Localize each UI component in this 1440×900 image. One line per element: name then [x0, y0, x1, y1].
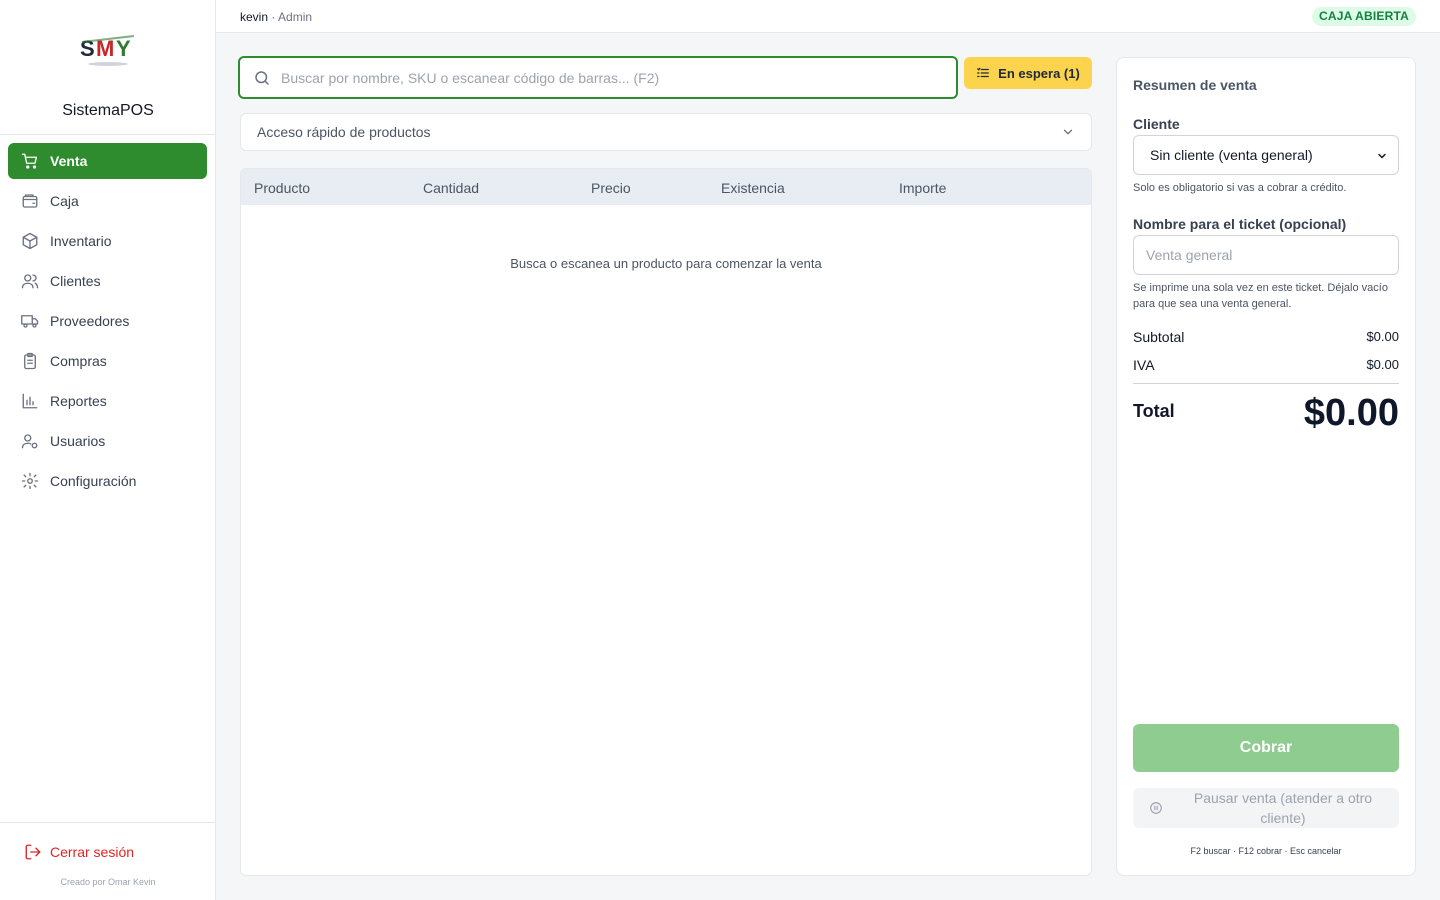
client-label: Cliente — [1133, 116, 1180, 132]
charge-button[interactable]: Cobrar — [1133, 724, 1399, 772]
credit-text: Creado por Omar Kevin — [60, 877, 156, 887]
empty-state-message: Busca o escanea un producto para comenza… — [510, 256, 822, 271]
sidebar-item-label: Configuración — [50, 473, 137, 489]
column-header-producto: Producto — [254, 180, 311, 196]
svg-text:Y: Y — [116, 36, 131, 61]
on-hold-button[interactable]: En espera (1) — [964, 57, 1092, 89]
wallet-icon — [21, 192, 39, 210]
list-icon — [976, 66, 990, 80]
svg-text:S: S — [80, 36, 95, 61]
ticket-name-hint: Se imprime una sola vez en este ticket. … — [1133, 282, 1388, 310]
client-select-value: Sin cliente (venta general) — [1150, 147, 1313, 163]
brand-logo-icon: S M Y — [80, 35, 135, 66]
pause-icon — [1149, 801, 1163, 815]
column-header-importe: Importe — [899, 180, 947, 196]
client-hint: Solo es obligatorio si vas a cobrar a cr… — [1133, 182, 1347, 194]
topbar: kevin · Admin CAJA ABIERTA — [216, 0, 1440, 33]
table-header: Producto Cantidad Precio Existencia Impo… — [241, 169, 1091, 205]
sidebar: S M Y SistemaPOS Venta Caja Inventario C… — [0, 0, 216, 900]
sidebar-item-label: Inventario — [50, 233, 112, 249]
client-select[interactable]: Sin cliente (venta general) — [1133, 135, 1399, 175]
truck-icon — [21, 312, 39, 330]
sidebar-item-venta[interactable]: Venta — [8, 143, 207, 179]
bar-chart-icon — [21, 392, 39, 410]
pause-sale-button[interactable]: Pausar venta (atender a otro cliente) — [1133, 788, 1399, 828]
iva-row: IVA $0.00 — [1133, 357, 1399, 373]
total-value: $0.00 — [1303, 392, 1399, 434]
sidebar-item-proveedores[interactable]: Proveedores — [8, 303, 207, 339]
column-header-precio: Precio — [591, 180, 631, 196]
quick-access-toggle[interactable]: Acceso rápido de productos — [240, 113, 1092, 151]
user-role: · Admin — [271, 10, 313, 24]
sidebar-item-label: Reportes — [50, 393, 107, 409]
chevron-down-icon — [1061, 125, 1075, 139]
package-icon — [21, 232, 39, 250]
logo-wrap: S M Y — [0, 30, 216, 70]
subtotal-row: Subtotal $0.00 — [1133, 329, 1399, 345]
sidebar-item-usuarios[interactable]: Usuarios — [8, 423, 207, 459]
gear-icon — [21, 472, 39, 490]
keyboard-shortcuts-hint: F2 buscar · F12 cobrar · Esc cancelar — [1190, 846, 1342, 856]
cart-icon — [21, 152, 39, 170]
ticket-name-label: Nombre para el ticket (opcional) — [1133, 216, 1347, 232]
sidebar-item-label: Compras — [50, 353, 107, 369]
iva-value: $0.00 — [1366, 357, 1399, 372]
user-name: kevin — [240, 10, 269, 24]
sidebar-item-configuracion[interactable]: Configuración — [8, 463, 207, 499]
search-box — [238, 56, 958, 99]
logo: S M Y — [78, 30, 138, 70]
search-icon — [253, 69, 271, 87]
status-badge: CAJA ABIERTA — [1312, 7, 1416, 26]
logout-button[interactable]: Cerrar sesión — [24, 843, 134, 861]
brand-name: SistemaPOS — [62, 102, 154, 119]
on-hold-label: En espera (1) — [998, 65, 1080, 81]
iva-label: IVA — [1133, 357, 1155, 373]
sidebar-item-label: Caja — [50, 193, 79, 209]
sidebar-nav: Venta Caja Inventario Clientes Proveedor… — [8, 143, 207, 503]
sidebar-item-reportes[interactable]: Reportes — [8, 383, 207, 419]
sale-summary-panel: Resumen de venta Cliente Sin cliente (ve… — [1116, 57, 1416, 876]
divider — [0, 822, 215, 823]
column-header-cantidad: Cantidad — [423, 180, 480, 196]
pause-sale-label: Pausar venta (atender a otro cliente) — [1193, 790, 1373, 826]
sidebar-item-clientes[interactable]: Clientes — [8, 263, 207, 299]
subtotal-value: $0.00 — [1366, 329, 1399, 344]
sidebar-item-caja[interactable]: Caja — [8, 183, 207, 219]
sidebar-item-label: Venta — [50, 153, 88, 169]
user-cog-icon — [21, 432, 39, 450]
chevron-down-icon — [1376, 149, 1388, 161]
sidebar-item-label: Usuarios — [50, 433, 106, 449]
logout-icon — [24, 843, 42, 861]
sidebar-item-compras[interactable]: Compras — [8, 343, 207, 379]
total-label: Total — [1133, 401, 1175, 421]
sidebar-item-inventario[interactable]: Inventario — [8, 223, 207, 259]
ticket-name-input[interactable] — [1133, 235, 1399, 275]
search-input[interactable] — [281, 69, 921, 86]
column-header-existencia: Existencia — [721, 180, 785, 196]
current-user: kevin · Admin — [240, 10, 312, 24]
divider — [0, 134, 215, 135]
users-icon — [21, 272, 39, 290]
logout-label: Cerrar sesión — [50, 844, 135, 860]
summary-title: Resumen de venta — [1133, 77, 1257, 93]
cart-table: Producto Cantidad Precio Existencia Impo… — [240, 168, 1092, 876]
sidebar-item-label: Proveedores — [50, 313, 130, 329]
subtotal-label: Subtotal — [1133, 329, 1185, 345]
clipboard-icon — [21, 352, 39, 370]
divider — [1133, 383, 1399, 384]
quick-access-label: Acceso rápido de productos — [257, 124, 431, 140]
sidebar-item-label: Clientes — [50, 273, 101, 289]
